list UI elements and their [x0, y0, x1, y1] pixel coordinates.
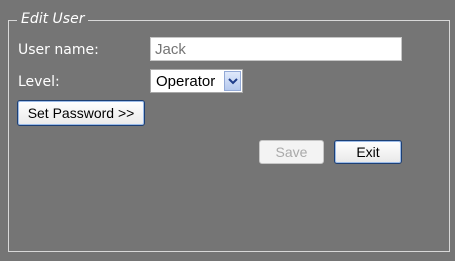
level-selected-value: Operator [156, 72, 216, 90]
level-select[interactable]: Operator [150, 69, 243, 93]
set-password-button[interactable]: Set Password >> [17, 100, 145, 126]
group-title: Edit User [17, 10, 89, 28]
exit-button[interactable]: Exit [334, 140, 402, 164]
level-label: Level: [18, 74, 60, 90]
username-label: User name: [18, 42, 99, 58]
save-button[interactable]: Save [259, 140, 324, 164]
edit-user-panel: Edit User User name: Level: Operator Set… [0, 0, 455, 261]
chevron-down-icon[interactable] [224, 71, 241, 91]
username-input[interactable] [150, 37, 402, 61]
